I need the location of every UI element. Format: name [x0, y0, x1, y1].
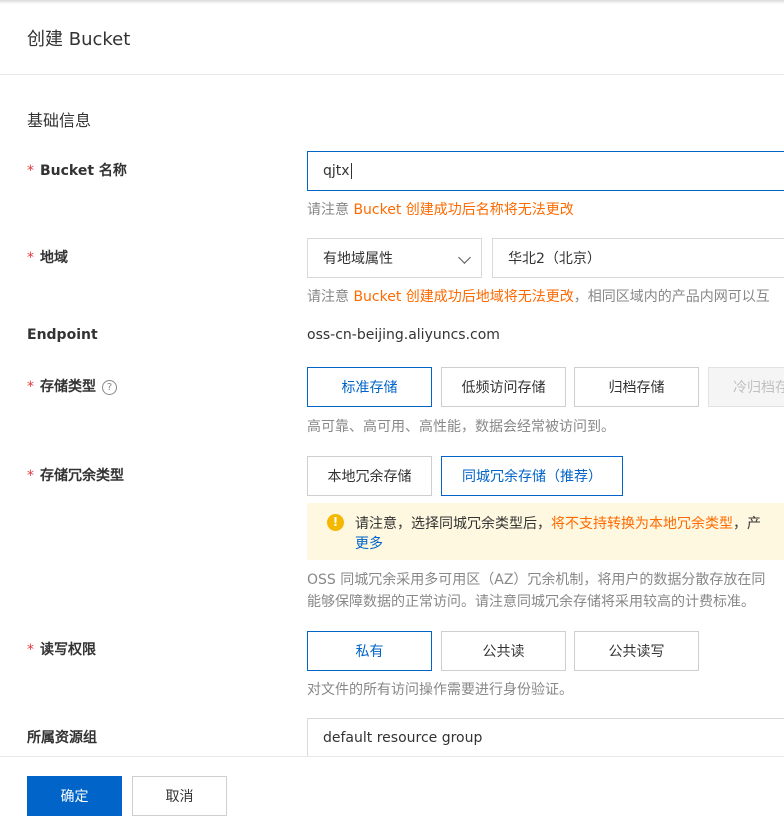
- region-attribute-select[interactable]: 有地域属性: [307, 238, 482, 278]
- hint-suffix: ，相同区域内的产品内网可以互: [573, 289, 770, 305]
- hint-warning: Bucket 创建成功后名称将无法更改: [353, 202, 574, 218]
- acl-option-private[interactable]: 私有: [307, 631, 432, 671]
- cancel-button[interactable]: 取消: [132, 776, 227, 816]
- region-attribute-value: 有地域属性: [323, 251, 393, 267]
- bucket-name-input[interactable]: qjtx: [307, 151, 784, 191]
- notice-prefix: 请注意，选择同城冗余类型后，: [355, 516, 551, 532]
- bucket-name-value: qjtx: [323, 163, 350, 179]
- resource-group-select[interactable]: default resource group: [307, 718, 784, 758]
- hint-prefix: 请注意: [307, 289, 354, 305]
- required-mark: *: [27, 163, 34, 179]
- resource-group-value: default resource group: [323, 730, 483, 746]
- storage-class-option-standard[interactable]: 标准存储: [307, 367, 432, 407]
- text-caret: [350, 163, 352, 179]
- region-label-text: 地域: [40, 250, 68, 266]
- redundancy-option-lrs[interactable]: 本地冗余存储: [307, 456, 432, 496]
- bucket-name-hint: 请注意 Bucket 创建成功后名称将无法更改: [307, 199, 574, 219]
- warning-icon: !: [327, 514, 344, 531]
- dialog-title: 创建 Bucket: [27, 29, 131, 50]
- redundancy-label-text: 存储冗余类型: [40, 468, 124, 484]
- required-mark: *: [27, 642, 34, 658]
- storage-class-option-archive[interactable]: 归档存储: [574, 367, 699, 407]
- resource-group-label: 所属资源组: [27, 730, 97, 746]
- help-icon[interactable]: ?: [102, 380, 117, 395]
- confirm-button[interactable]: 确定: [27, 776, 122, 816]
- acl-description: 对文件的所有访问操作需要进行身份验证。: [307, 682, 573, 698]
- region-label: * 地域: [27, 247, 68, 267]
- region-select[interactable]: 华北2（北京）: [492, 238, 784, 278]
- storage-class-label-text: 存储类型: [40, 379, 96, 395]
- bucket-name-label-text: Bucket 名称: [40, 163, 127, 179]
- redundancy-description-line1: OSS 同城冗余采用多可用区（AZ）冗余机制，将用户的数据分散存放在同: [307, 572, 766, 588]
- redundancy-notice: ! 请注意，选择同城冗余类型后，将不支持转换为本地冗余类型，产 更多: [307, 503, 784, 560]
- acl-option-public-read[interactable]: 公共读: [441, 631, 566, 671]
- required-mark: *: [27, 468, 34, 484]
- redundancy-label: * 存储冗余类型: [27, 465, 124, 485]
- top-shadow: [0, 0, 784, 4]
- acl-option-public-read-write[interactable]: 公共读写: [574, 631, 699, 671]
- endpoint-label: Endpoint: [27, 327, 98, 343]
- redundancy-option-zrs[interactable]: 同城冗余存储（推荐）: [441, 456, 623, 496]
- required-mark: *: [27, 379, 34, 395]
- hint-warning: Bucket 创建成功后地域将无法更改: [353, 289, 574, 305]
- redundancy-description-line2: 能够保障数据的正常访问。请注意同城冗余存储将采用较高的计费标准。: [307, 594, 755, 610]
- bucket-name-label: * Bucket 名称: [27, 160, 127, 180]
- chevron-down-icon: [458, 251, 471, 264]
- hint-prefix: 请注意: [307, 202, 354, 218]
- storage-class-description: 高可靠、高可用、高性能，数据会经常被访问到。: [307, 419, 615, 435]
- notice-text: 请注意，选择同城冗余类型后，将不支持转换为本地冗余类型，产: [355, 513, 761, 533]
- notice-more-link[interactable]: 更多: [355, 533, 383, 553]
- acl-label: * 读写权限: [27, 639, 96, 659]
- region-hint: 请注意 Bucket 创建成功后地域将无法更改，相同区域内的产品内网可以互: [307, 286, 770, 306]
- notice-warning: 将不支持转换为本地冗余类型: [551, 516, 733, 532]
- storage-class-label: * 存储类型?: [27, 376, 117, 396]
- storage-class-option-ia[interactable]: 低频访问存储: [441, 367, 566, 407]
- required-mark: *: [27, 250, 34, 266]
- acl-label-text: 读写权限: [40, 642, 96, 658]
- region-value: 华北2（北京）: [508, 251, 601, 267]
- endpoint-value: oss-cn-beijing.aliyuncs.com: [307, 327, 500, 343]
- header-divider: [0, 74, 784, 75]
- notice-suffix: ，产: [733, 516, 761, 532]
- storage-class-option-cold-archive: 冷归档存: [708, 367, 784, 407]
- section-title-basic: 基础信息: [27, 111, 92, 130]
